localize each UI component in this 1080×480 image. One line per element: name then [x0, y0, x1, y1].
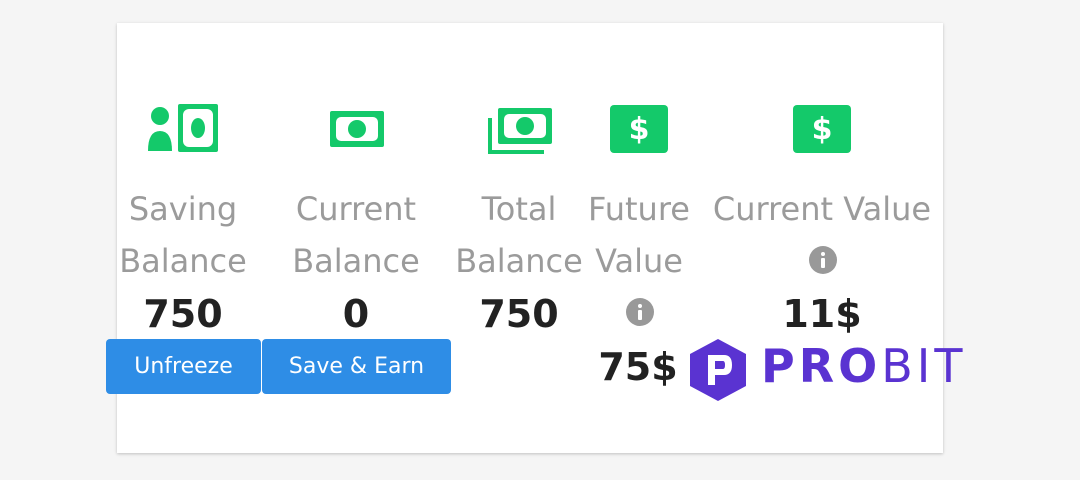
user-money-icon [148, 104, 218, 152]
saving-balance-label-line2: Balance [119, 242, 247, 280]
probit-logo-text-light: BIT [881, 339, 967, 393]
current-balance-label-line1: Current [295, 190, 417, 228]
probit-logo-text-bold: PRO [761, 339, 882, 393]
banknote-icon [330, 111, 384, 147]
total-balance-value: 750 [479, 292, 559, 336]
current-balance-value: 0 [342, 292, 370, 336]
money-stack-icon [488, 108, 552, 154]
saving-balance-label-line1: Saving [128, 190, 238, 228]
future-value-label-line2: Value [595, 242, 683, 280]
dollar-card-icon: $ [610, 105, 668, 153]
current-balance-label-line2: Balance [292, 242, 420, 280]
future-value-label-line1: Future [588, 190, 690, 228]
probit-logo-text: PROBIT [761, 341, 966, 391]
total-balance-label-line1: Total [481, 190, 557, 228]
current-value-label: Current Value [712, 190, 932, 228]
future-value-info-icon[interactable] [625, 297, 655, 327]
svg-text:$: $ [629, 112, 650, 147]
current-value-info-icon[interactable] [808, 245, 838, 275]
total-balance-label-line2: Balance [455, 242, 583, 280]
future-value-value: 75$ [598, 345, 678, 389]
saving-balance-value: 750 [143, 292, 223, 336]
dollar-card-icon: $ [793, 105, 851, 153]
probit-logo-icon [690, 339, 746, 401]
unfreeze-button[interactable]: Unfreeze [106, 339, 261, 394]
svg-text:$: $ [812, 112, 833, 147]
current-value-value: 11$ [782, 292, 862, 336]
save-and-earn-button[interactable]: Save & Earn [262, 339, 451, 394]
